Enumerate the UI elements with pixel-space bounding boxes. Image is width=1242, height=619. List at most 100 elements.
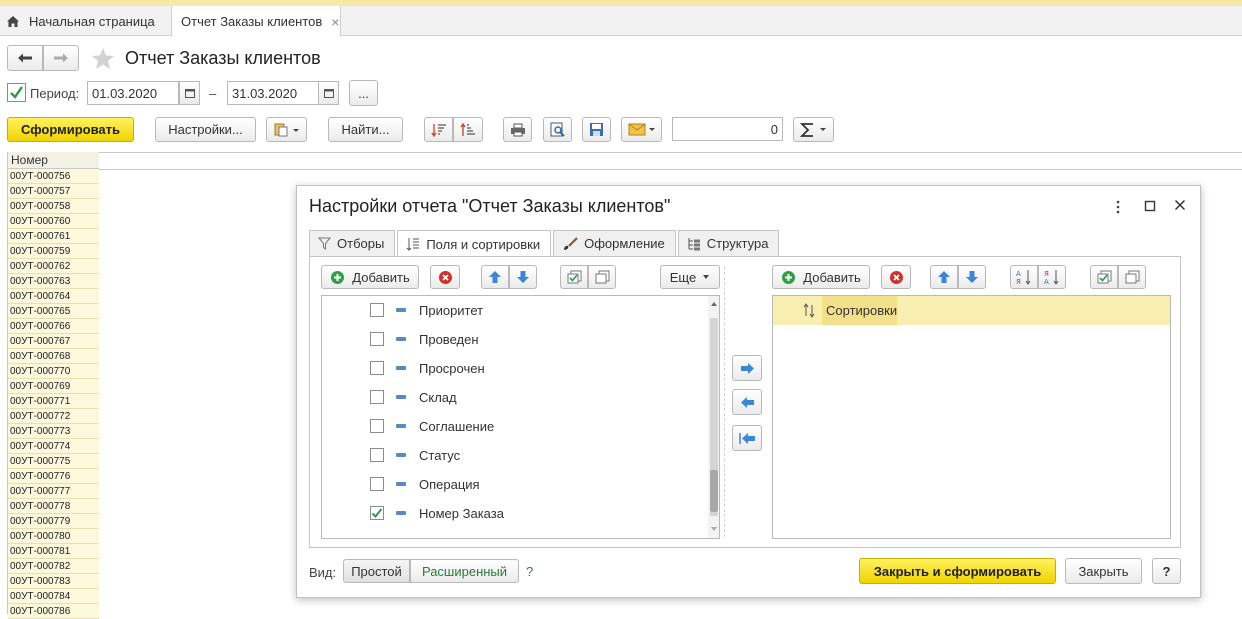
report-number-row[interactable]: 00УТ-000784 [8,589,99,604]
favorite-star-icon[interactable] [91,47,115,70]
report-number-row[interactable]: 00УТ-000782 [8,559,99,574]
field-checkbox[interactable] [370,332,384,346]
send-email-dropdown-button[interactable] [621,117,662,142]
report-number-row[interactable]: 00УТ-000767 [8,334,99,349]
tab-report[interactable]: Отчет Заказы клиентов × [171,6,341,37]
view-help-link[interactable]: ? [526,564,533,579]
period-to-calendar-button[interactable] [318,81,339,105]
generate-button[interactable]: Сформировать [7,117,134,142]
view-simple-button[interactable]: Простой [343,559,410,583]
report-number-row[interactable]: 00УТ-000765 [8,304,99,319]
field-row[interactable]: Просрочен [322,354,719,383]
uncheck-all-sort-button[interactable] [1118,265,1146,289]
tab-fields-sorting[interactable]: Поля и сортировки [397,230,552,257]
report-number-row[interactable]: 00УТ-000757 [8,184,99,199]
report-number-row[interactable]: 00УТ-000772 [8,409,99,424]
field-checkbox[interactable] [370,390,384,404]
close-and-generate-button[interactable]: Закрыть и сформировать [859,558,1056,584]
close-button[interactable]: Закрыть [1065,558,1142,584]
move-sort-down-button[interactable] [958,265,986,289]
add-field-button[interactable]: Добавить [321,265,419,289]
period-checkbox[interactable] [7,83,26,102]
move-sort-up-button[interactable] [930,265,958,289]
report-number-row[interactable]: 00УТ-000762 [8,259,99,274]
period-from-calendar-button[interactable] [179,81,200,105]
more-actions-button[interactable]: Еще [660,265,720,289]
close-icon[interactable] [1174,199,1186,211]
field-row[interactable]: Соглашение [322,412,719,441]
move-field-up-button[interactable] [481,265,509,289]
report-number-row[interactable]: 00УТ-000770 [8,364,99,379]
field-checkbox[interactable] [370,419,384,433]
fields-scrollbar-thumb[interactable] [710,470,718,512]
save-button[interactable] [582,117,611,142]
view-extended-button[interactable]: Расширенный [410,559,519,583]
tab-structure[interactable]: Структура [677,230,780,256]
report-number-row[interactable]: 00УТ-000759 [8,244,99,259]
sort-az-button[interactable]: АЯ [1010,265,1038,289]
panel-splitter[interactable] [724,267,725,537]
check-all-fields-button[interactable] [560,265,588,289]
report-number-row[interactable]: 00УТ-000764 [8,289,99,304]
forward-button[interactable] [43,45,79,71]
report-number-row[interactable]: 00УТ-000771 [8,394,99,409]
maximize-icon[interactable] [1144,200,1156,212]
field-row[interactable]: Номер Заказа [322,499,719,528]
close-icon[interactable]: × [331,14,339,30]
check-all-sort-button[interactable] [1090,265,1118,289]
preview-button[interactable] [543,117,572,142]
settings-button[interactable]: Настройки... [155,117,256,142]
sorting-root-row[interactable]: Сортировки [773,296,1170,325]
report-number-row[interactable]: 00УТ-000778 [8,499,99,514]
delete-field-button[interactable] [430,265,460,289]
report-number-row[interactable]: 00УТ-000781 [8,544,99,559]
report-number-row[interactable]: 00УТ-000769 [8,379,99,394]
period-select-button[interactable]: ... [349,80,378,106]
report-number-row[interactable]: 00УТ-000768 [8,349,99,364]
report-number-row[interactable]: 00УТ-000780 [8,529,99,544]
sort-descending-button[interactable] [424,117,453,142]
fields-list[interactable]: Приоритет Проведен Просрочен Склад Соглашени… [321,295,720,539]
field-row[interactable]: Проведен [322,325,719,354]
print-button[interactable] [503,117,532,142]
uncheck-all-fields-button[interactable] [588,265,616,289]
tab-home[interactable]: Начальная страница [0,6,170,36]
sort-ascending-button[interactable] [453,117,483,142]
sum-field[interactable]: 0 [672,117,783,141]
help-button[interactable]: ? [1152,558,1181,584]
report-number-row[interactable]: 00УТ-000773 [8,424,99,439]
report-number-row[interactable]: 00УТ-000761 [8,229,99,244]
report-number-row[interactable]: 00УТ-000760 [8,214,99,229]
field-row[interactable]: Статус [322,441,719,470]
period-from-field[interactable]: 01.03.2020 [87,81,179,105]
sum-function-dropdown-button[interactable] [793,117,834,142]
remove-from-sorting-button[interactable] [732,389,762,415]
add-sort-button[interactable]: Добавить [772,265,870,289]
report-number-row[interactable]: 00УТ-000774 [8,439,99,454]
sort-za-button[interactable]: ЯА [1038,265,1066,289]
add-to-sorting-button[interactable] [732,355,762,381]
field-checkbox[interactable] [370,506,384,520]
report-number-row[interactable]: 00УТ-000763 [8,274,99,289]
report-number-row[interactable]: 00УТ-000776 [8,469,99,484]
report-number-row[interactable]: 00УТ-000786 [8,604,99,619]
field-checkbox[interactable] [370,448,384,462]
report-number-row[interactable]: 00УТ-000756 [8,169,99,184]
report-number-row[interactable]: 00УТ-000775 [8,454,99,469]
delete-sort-button[interactable] [881,265,911,289]
field-checkbox[interactable] [370,477,384,491]
tab-filters[interactable]: Отборы [309,230,396,256]
find-button[interactable]: Найти... [328,117,403,142]
fields-scrollbar[interactable] [708,296,719,538]
period-to-field[interactable]: 31.03.2020 [227,81,319,105]
field-row[interactable]: Операция [322,470,719,499]
remove-all-from-sorting-button[interactable] [732,425,762,451]
report-number-row[interactable]: 00УТ-000758 [8,199,99,214]
report-number-row[interactable]: 00УТ-000777 [8,484,99,499]
report-number-row[interactable]: 00УТ-000783 [8,574,99,589]
tab-appearance[interactable]: Оформление [553,230,676,256]
move-field-down-button[interactable] [509,265,537,289]
field-checkbox[interactable] [370,361,384,375]
report-number-row[interactable]: 00УТ-000779 [8,514,99,529]
report-number-row[interactable]: 00УТ-000766 [8,319,99,334]
